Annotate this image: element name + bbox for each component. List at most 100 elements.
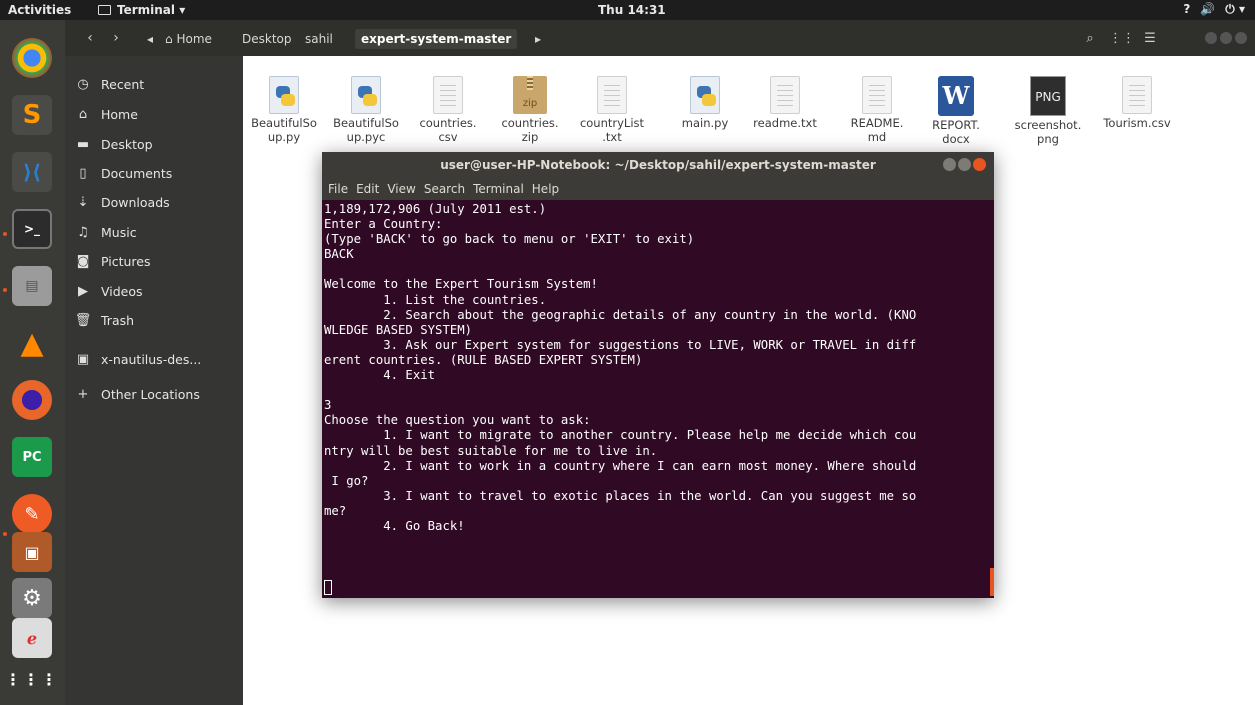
file-name: BeautifulSo — [251, 116, 317, 130]
typora-icon[interactable]: ℯ — [12, 618, 52, 658]
menu-file[interactable]: File — [328, 182, 348, 196]
file-name: REPORT. — [932, 118, 980, 132]
app-grid-icon[interactable]: ⋮⋮⋮ — [5, 660, 57, 700]
postman-icon[interactable]: ✎ — [12, 494, 52, 534]
sublime-icon[interactable]: S — [12, 95, 52, 135]
archive-manager-icon[interactable]: ▣ — [12, 532, 52, 572]
activities-button[interactable]: Activities — [8, 3, 71, 17]
sidebar-item-home[interactable]: ⌂ Home — [65, 100, 243, 128]
file-item[interactable]: countryList .txt — [577, 76, 647, 144]
file-item[interactable]: README. md — [842, 76, 912, 144]
sidebar-item-videos[interactable]: ▶ Videos — [65, 277, 243, 305]
vscode-icon[interactable]: ⟩⟨ — [12, 152, 52, 192]
app-menu[interactable]: Terminal ▾ — [98, 3, 185, 17]
sidebar-item-x-nautilus-desktop[interactable]: ▣ x-nautilus-des... — [65, 345, 243, 373]
vlc-icon[interactable]: ▲ — [12, 323, 52, 363]
sidebar-item-label: Desktop — [101, 136, 153, 152]
maximize-button[interactable] — [1220, 32, 1232, 44]
breadcrumb-toggle[interactable]: ◂ — [141, 29, 159, 49]
file-name: up.py — [267, 130, 301, 144]
sidebar-item-label: Recent — [101, 76, 145, 92]
breadcrumb-home[interactable]: ⌂ Home — [159, 29, 218, 49]
terminal-cursor — [324, 580, 332, 595]
archive-file-icon: zip — [513, 76, 547, 114]
close-button[interactable] — [1235, 32, 1247, 44]
terminal-title[interactable]: user@user-HP-Notebook: ~/Desktop/sahil/e… — [322, 152, 994, 178]
pycharm-icon[interactable]: PC — [12, 437, 52, 477]
app-menu-label: Terminal ▾ — [117, 3, 186, 17]
menu-view[interactable]: View — [387, 182, 415, 196]
file-name: up.pyc — [346, 130, 386, 144]
back-button[interactable]: ‹ — [79, 28, 101, 48]
files-icon[interactable]: ▤ — [12, 266, 52, 306]
menu-search[interactable]: Search — [424, 182, 465, 196]
file-manager-header: ‹ › ◂ ⌂ Home Desktop sahil expert-system… — [65, 20, 1255, 56]
settings-icon[interactable]: ⚙ — [12, 578, 52, 618]
terminal-line: 1,189,172,906 (July 2011 est.) — [324, 202, 547, 216]
maximize-button[interactable] — [958, 158, 971, 171]
terminal-line: 1. I want to migrate to another country.… — [324, 428, 917, 443]
file-item[interactable]: BeautifulSo up.py — [249, 76, 319, 144]
firefox-icon[interactable] — [12, 380, 52, 420]
sidebar-item-music[interactable]: ♫ Music — [65, 218, 243, 246]
terminal-window[interactable]: user@user-HP-Notebook: ~/Desktop/sahil/e… — [322, 152, 994, 598]
breadcrumb-desktop[interactable]: Desktop — [236, 29, 298, 49]
python-file-icon — [269, 76, 299, 114]
terminal-line: ntry will be best suitable for me to liv… — [324, 443, 658, 458]
python-file-icon — [351, 76, 381, 114]
sidebar-item-label: x-nautilus-des... — [101, 351, 202, 367]
chrome-icon[interactable] — [12, 38, 52, 78]
search-icon[interactable]: ⌕ — [1079, 29, 1101, 49]
terminal-output[interactable]: 1,189,172,906 (July 2011 est.) Enter a Co… — [324, 202, 988, 594]
file-name: BeautifulSo — [333, 116, 399, 130]
text-file-icon — [597, 76, 627, 114]
sidebar-item-desktop[interactable]: ▬ Desktop — [65, 130, 243, 158]
file-item[interactable]: PNG screenshot. png — [1013, 76, 1083, 146]
breadcrumb-sahil[interactable]: sahil — [299, 29, 339, 49]
text-file-icon — [770, 76, 800, 114]
sidebar-item-downloads[interactable]: ⇣ Downloads — [65, 188, 243, 216]
sidebar-item-trash[interactable]: 🗑 Trash — [65, 306, 243, 334]
breadcrumb-expert-system-master[interactable]: expert-system-master — [355, 29, 518, 49]
minimize-button[interactable] — [1205, 32, 1217, 44]
view-toggle-icon[interactable]: ⋮⋮ — [1109, 29, 1135, 49]
text-file-icon — [433, 76, 463, 114]
sidebar-item-label: Downloads — [101, 194, 170, 210]
clock[interactable]: Thu 14:31 — [598, 3, 666, 17]
file-item[interactable]: zip countries. zip — [495, 76, 565, 144]
terminal-icon[interactable]: >_ — [12, 209, 52, 249]
breadcrumb-next[interactable]: ▸ — [529, 29, 547, 49]
terminal-line: WLEDGE BASED SYSTEM) — [324, 322, 473, 337]
minimize-button[interactable] — [943, 158, 956, 171]
file-name: screenshot. — [1014, 118, 1082, 132]
forward-button[interactable]: › — [105, 28, 127, 48]
file-item[interactable]: main.py — [670, 76, 740, 130]
home-icon: ⌂ — [78, 106, 88, 122]
file-item[interactable]: countries. csv — [413, 76, 483, 144]
file-item[interactable]: BeautifulSo up.pyc — [331, 76, 401, 144]
close-button[interactable] — [973, 158, 986, 171]
sidebar-item-other-locations[interactable]: + Other Locations — [65, 380, 243, 408]
file-name: zip — [521, 130, 539, 144]
file-item[interactable]: Tourism.csv — [1102, 76, 1172, 130]
status-menu[interactable]: ? 🔊 ⏻ ▾ — [1183, 2, 1245, 17]
menu-icon[interactable]: ☰ — [1139, 29, 1161, 49]
sidebar-item-documents[interactable]: ▯ Documents — [65, 159, 243, 187]
drive-icon: ▣ — [76, 351, 90, 367]
terminal-line: Choose the question you want to ask: — [324, 413, 591, 428]
sidebar-item-pictures[interactable]: ◙ Pictures — [65, 247, 243, 275]
file-name: csv — [438, 130, 458, 144]
file-item[interactable]: readme.txt — [750, 76, 820, 130]
text-file-icon — [862, 76, 892, 114]
menu-help[interactable]: Help — [532, 182, 559, 196]
sidebar-item-recent[interactable]: ◷ Recent — [65, 70, 243, 98]
menu-edit[interactable]: Edit — [356, 182, 379, 196]
menu-terminal[interactable]: Terminal — [473, 182, 524, 196]
file-item[interactable]: W REPORT. docx — [921, 76, 991, 146]
terminal-scrollbar[interactable] — [990, 568, 994, 596]
terminal-line: erent countries. (RULE BASED EXPERT SYST… — [324, 352, 643, 367]
terminal-line: 1. List the countries. — [324, 292, 547, 307]
clock-icon: ◷ — [77, 76, 89, 92]
file-name: countries. — [419, 116, 477, 130]
